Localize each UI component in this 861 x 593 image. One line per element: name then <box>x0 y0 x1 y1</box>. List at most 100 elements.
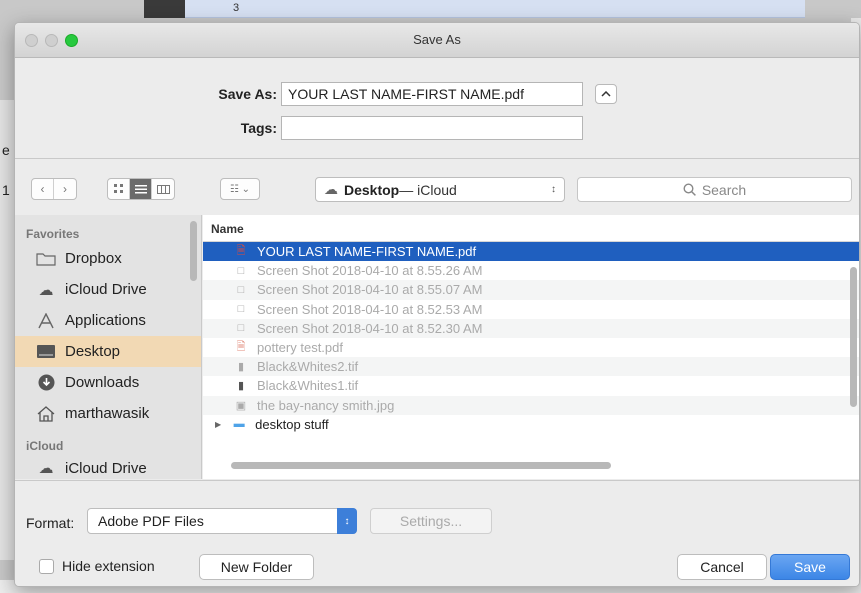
sidebar-item-downloads[interactable]: Downloads <box>15 367 201 398</box>
name-column-header[interactable]: Name <box>203 215 859 242</box>
new-folder-button[interactable]: New Folder <box>199 554 314 580</box>
column-view-button[interactable] <box>152 179 174 199</box>
background-page-number: 3 <box>233 2 240 14</box>
hide-extension-label: Hide extension <box>62 558 155 574</box>
file-name: Screen Shot 2018-04-10 at 8.52.30 AM <box>257 320 483 336</box>
collapse-dialog-button[interactable] <box>595 84 617 104</box>
tags-field[interactable] <box>281 116 583 140</box>
columns-icon <box>156 184 170 194</box>
folder-icon <box>35 251 57 266</box>
sidebar-item-desktop[interactable]: Desktop <box>15 336 201 367</box>
save-as-label: Save As: <box>218 86 277 102</box>
folder-icon: ▬ <box>233 418 245 431</box>
file-name: Black&Whites1.tif <box>257 378 359 394</box>
list-view-button[interactable] <box>130 179 152 199</box>
file-row[interactable]: 🗎 pottery test.pdf <box>203 338 859 357</box>
file-name: Screen Shot 2018-04-10 at 8.55.26 AM <box>257 263 483 279</box>
location-popup[interactable]: ☁ Desktop — iCloud ↕ <box>315 177 565 202</box>
sidebar-item-home[interactable]: marthawasik <box>15 398 201 429</box>
file-row[interactable]: □ Screen Shot 2018-04-10 at 8.52.30 AM <box>203 318 859 338</box>
tif-icon: ▮ <box>237 361 245 374</box>
format-label: Format: <box>26 515 75 531</box>
image-icon: □ <box>237 322 245 335</box>
background-thumbnail <box>144 0 186 18</box>
divider <box>15 158 859 159</box>
file-row[interactable]: ▮ Black&Whites1.tif <box>203 376 859 395</box>
file-row[interactable]: ▮ Black&Whites2.tif <box>203 357 859 377</box>
arrange-button[interactable]: ☷ ⌄ <box>221 179 259 199</box>
search-field[interactable]: Search <box>577 177 852 202</box>
chevron-up-icon <box>601 91 611 97</box>
sidebar-item-label: Downloads <box>65 374 140 391</box>
icon-view-button[interactable] <box>108 179 130 199</box>
file-row[interactable]: □ Screen Shot 2018-04-10 at 8.52.53 AM <box>203 300 859 319</box>
file-row[interactable]: ▣ the bay-nancy smith.jpg <box>203 395 859 415</box>
disclosure-triangle-icon: ▶ <box>215 419 222 429</box>
applications-icon <box>35 312 57 329</box>
location-suffix: — iCloud <box>399 181 457 198</box>
file-row[interactable]: □ Screen Shot 2018-04-10 at 8.55.26 AM <box>203 261 859 280</box>
desktop-icon <box>35 344 57 359</box>
file-row[interactable]: ▶ ▬ desktop stuff <box>203 415 859 434</box>
chevron-updown-icon: ↕ <box>551 184 556 195</box>
format-popup[interactable]: Adobe PDF Files ↕ <box>87 508 357 534</box>
window-title: Save As <box>413 32 461 47</box>
image-icon: □ <box>237 303 245 316</box>
arrange-menu[interactable]: ☷ ⌄ <box>220 178 260 200</box>
save-as-filename-field[interactable]: YOUR LAST NAME-FIRST NAME.pdf <box>281 82 583 106</box>
chevron-left-icon: ‹ <box>40 182 45 196</box>
view-mode-buttons <box>107 178 175 200</box>
search-icon <box>683 183 696 196</box>
vertical-scrollbar[interactable] <box>850 267 857 407</box>
cancel-button[interactable]: Cancel <box>677 554 767 580</box>
sidebar-item-applications[interactable]: Applications <box>15 305 201 336</box>
file-name: YOUR LAST NAME-FIRST NAME.pdf <box>257 244 477 260</box>
hide-extension-checkbox[interactable]: Hide extension <box>39 558 155 574</box>
settings-button[interactable]: Settings... <box>370 508 492 534</box>
title-bar: Save As <box>15 23 859 58</box>
tif-icon: ▮ <box>237 380 245 393</box>
search-placeholder: Search <box>701 181 747 198</box>
save-as-dialog: Save As Save As: YOUR LAST NAME-FIRST NA… <box>14 22 860 587</box>
save-as-row: Save As: YOUR LAST NAME-FIRST NAME.pdf <box>205 82 617 106</box>
cloud-icon: ☁ <box>38 281 54 299</box>
background-text-fragment: e <box>2 142 10 158</box>
pdf-icon: 🗎 <box>236 341 246 354</box>
sidebar-item-label: Applications <box>65 312 146 329</box>
file-name: the bay-nancy smith.jpg <box>257 397 395 413</box>
arrange-icon: ☷ ⌄ <box>229 183 251 195</box>
sidebar-scrollbar[interactable] <box>190 221 197 281</box>
sidebar-item-icloud-drive[interactable]: ☁ iCloud Drive <box>15 274 201 305</box>
sidebar-item-label: Dropbox <box>65 250 122 267</box>
file-rows: 🗎 YOUR LAST NAME-FIRST NAME.pdf □ Screen… <box>203 242 859 434</box>
file-name: desktop stuff <box>255 416 329 432</box>
sidebar-item-label: marthawasik <box>65 405 150 422</box>
save-button[interactable]: Save <box>770 554 850 580</box>
horizontal-scrollbar[interactable] <box>231 462 611 469</box>
navigation-buttons: ‹ › <box>31 178 77 200</box>
image-icon: □ <box>237 283 245 296</box>
favorites-header: Favorites <box>26 227 80 241</box>
background-page-strip <box>185 0 805 18</box>
jpg-icon: ▣ <box>235 399 247 412</box>
pdf-icon: 🗎 <box>236 245 246 258</box>
file-name: Black&Whites2.tif <box>257 359 359 375</box>
sidebar-item-icloud-drive-2[interactable]: ☁ iCloud Drive <box>15 457 201 479</box>
cloud-icon: ☁ <box>38 460 54 477</box>
background-text-fragment: 1 <box>2 182 10 198</box>
sidebar-item-label: iCloud Drive <box>65 281 147 298</box>
sidebar-item-dropbox[interactable]: Dropbox <box>15 243 201 274</box>
options-bar: Format: Adobe PDF Files ↕ Settings... Hi… <box>15 480 859 586</box>
file-row[interactable]: □ Screen Shot 2018-04-10 at 8.55.07 AM <box>203 280 859 300</box>
forward-button[interactable]: › <box>54 179 76 199</box>
file-name: Screen Shot 2018-04-10 at 8.55.07 AM <box>257 282 483 298</box>
tags-label: Tags: <box>240 120 277 136</box>
image-icon: □ <box>237 264 245 277</box>
download-icon <box>35 374 57 391</box>
sidebar: Favorites Dropbox ☁ iCloud Drive Applica… <box>15 215 202 479</box>
file-row[interactable]: 🗎 YOUR LAST NAME-FIRST NAME.pdf <box>203 242 859 262</box>
cloud-icon: ☁ <box>324 181 338 197</box>
checkbox-box[interactable] <box>39 558 54 574</box>
back-button[interactable]: ‹ <box>32 179 54 199</box>
chevron-updown-icon: ↕ <box>337 508 357 534</box>
